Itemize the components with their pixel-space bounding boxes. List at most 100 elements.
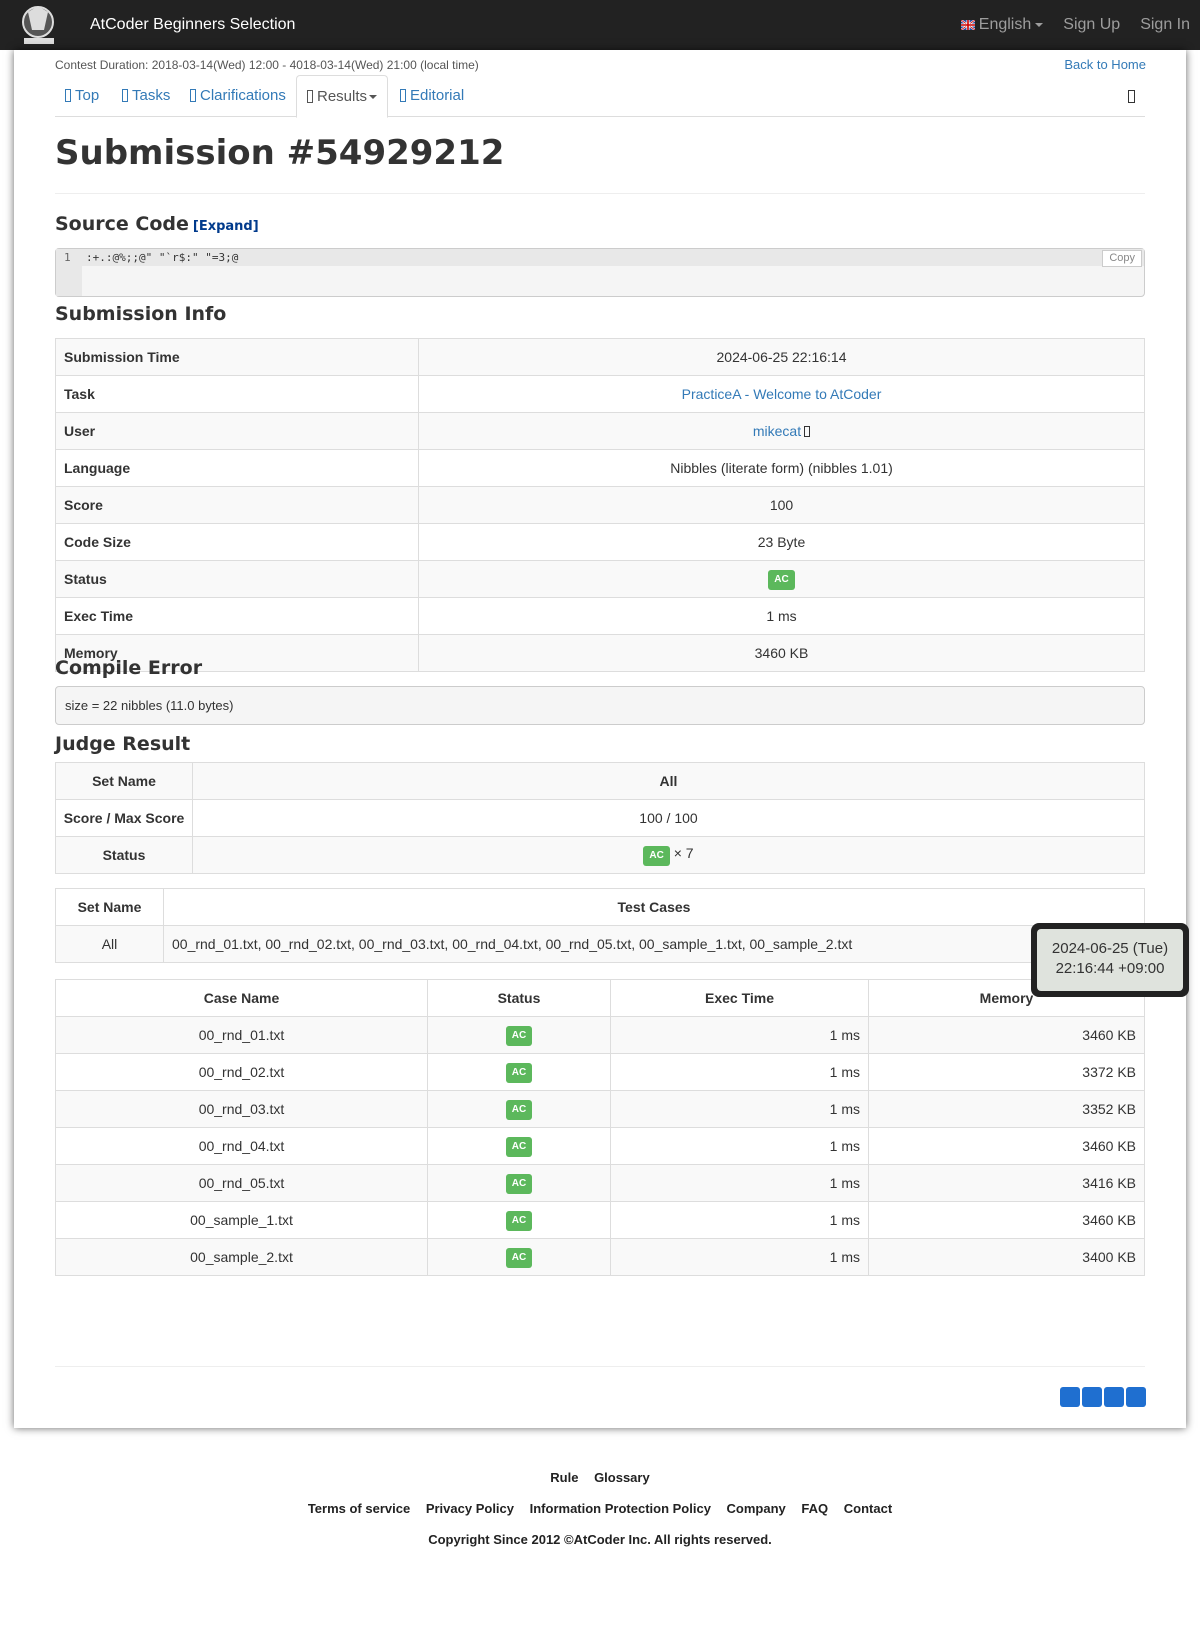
status-cell: AC × 7 — [192, 836, 1145, 874]
exec-time: 1 ms — [610, 1201, 869, 1239]
status-cell: AC — [427, 1016, 611, 1054]
home-icon — [65, 89, 71, 102]
footer-link-company[interactable]: Company — [727, 1501, 786, 1516]
user-link[interactable]: mikecat — [753, 423, 801, 439]
info-key: Code Size — [55, 523, 419, 561]
brand-title[interactable]: AtCoder Beginners Selection — [90, 0, 295, 50]
tooltip-time: 22:16:44 +09:00 — [1055, 960, 1165, 977]
footer-link-glossary[interactable]: Glossary — [594, 1470, 650, 1485]
atcoder-logo-icon[interactable] — [14, 2, 68, 46]
case-name: 00_rnd_03.txt — [55, 1090, 428, 1128]
submission-time-value[interactable]: 2024-06-25 22:16:14 — [717, 349, 847, 365]
table-row: Set Name Test Cases — [55, 888, 1145, 926]
facebook-icon[interactable] — [1060, 1387, 1080, 1407]
footer-link-privacy[interactable]: Privacy Policy — [426, 1501, 514, 1516]
footer-link-contact[interactable]: Contact — [844, 1501, 892, 1516]
uk-flag-icon — [960, 19, 975, 30]
code-text: :+.:@%;;@" "`r$:" "=3;@ — [86, 251, 239, 264]
table-header-row: Case Name Status Exec Time Memory — [55, 979, 1145, 1017]
score-label: Score / Max Score — [55, 799, 193, 837]
source-code-box: 1 :+.:@%;;@" "`r$:" "=3;@ Copy — [55, 248, 1145, 297]
tasks-icon — [122, 89, 128, 102]
submission-info-heading: Submission Info — [55, 303, 227, 325]
navbar: AtCoder Beginners Selection English Sign… — [0, 0, 1200, 50]
table-row: All 00_rnd_01.txt, 00_rnd_02.txt, 00_rnd_… — [55, 925, 1145, 963]
footer-row-2: Terms of service Privacy Policy Informat… — [0, 1501, 1200, 1516]
twitter-icon[interactable] — [1082, 1387, 1102, 1407]
table-row: Task PracticeA - Welcome to AtCoder — [55, 375, 1145, 413]
case-name: 00_sample_1.txt — [55, 1201, 428, 1239]
sign-in-link[interactable]: Sign In — [1140, 16, 1190, 34]
tab-top[interactable]: Top — [65, 75, 99, 117]
status-badge: AC — [505, 1062, 533, 1083]
submission-time: 2024-06-25 22:16:14 — [418, 338, 1145, 376]
table-row: Status AC × 7 — [55, 836, 1145, 874]
test-sets-table: Set Name Test Cases All 00_rnd_01.txt, 00_… — [55, 888, 1145, 963]
tab-results[interactable]: Results — [296, 75, 389, 118]
exec-time-value: 1 ms — [418, 597, 1145, 635]
memory-value: 3460 KB — [418, 634, 1145, 672]
chevron-down-icon — [1035, 22, 1044, 27]
case-name: 00_rnd_02.txt — [55, 1053, 428, 1091]
footer-link-rule[interactable]: Rule — [550, 1470, 578, 1485]
tab-label: Results — [317, 88, 368, 105]
language-value: Nibbles (literate form) (nibbles 1.01) — [418, 449, 1145, 487]
time-tooltip: 2024-06-25 (Tue) 22:16:44 +09:00 — [1031, 923, 1189, 997]
status-badge: AC — [505, 1247, 533, 1268]
case-name: 00_rnd_04.txt — [55, 1127, 428, 1165]
tab-clarifications[interactable]: Clarifications — [190, 75, 286, 117]
sign-up-link[interactable]: Sign Up — [1063, 16, 1120, 34]
case-name: 00_sample_2.txt — [55, 1238, 428, 1276]
expand-link[interactable]: [Expand] — [193, 219, 259, 234]
compile-error-heading: Compile Error — [55, 657, 203, 679]
tab-editorial[interactable]: Editorial — [400, 75, 464, 117]
footer-link-info-protection[interactable]: Information Protection Policy — [530, 1501, 711, 1516]
page-title: Submission #54929212 — [55, 133, 505, 173]
share-plus-icon[interactable] — [1126, 1387, 1146, 1407]
divider — [55, 193, 1145, 194]
line-gutter: 1 — [56, 249, 82, 296]
info-key: Score — [55, 486, 419, 524]
contest-tabs: Top Tasks Clarifications Results Editori… — [55, 75, 1145, 118]
language-dropdown[interactable]: English — [960, 16, 1044, 34]
status-cell: AC — [427, 1090, 611, 1128]
case-results-table: Case Name Status Exec Time Memory 00_rnd… — [55, 979, 1145, 1276]
language-label: English — [978, 16, 1032, 33]
memory: 3460 KB — [868, 1016, 1145, 1054]
tab-tasks[interactable]: Tasks — [122, 75, 170, 117]
column-header: Status — [427, 979, 611, 1017]
table-row: 00_rnd_04.txt AC 1 ms 3460 KB — [55, 1127, 1145, 1165]
case-name: 00_rnd_01.txt — [55, 1016, 428, 1054]
column-header: Exec Time — [610, 979, 869, 1017]
judge-result-table: Set Name All Score / Max Score 100 / 100 S… — [55, 762, 1145, 874]
test-cases-header: Test Cases — [163, 888, 1145, 926]
table-row: Score 100 — [55, 486, 1145, 524]
source-code-heading: Source Code [Expand] — [55, 213, 259, 235]
table-row: User mikecat — [55, 412, 1145, 450]
copy-button[interactable]: Copy — [1102, 250, 1142, 267]
user-history-icon[interactable] — [804, 426, 811, 437]
footer-link-terms[interactable]: Terms of service — [308, 1501, 410, 1516]
task-link[interactable]: PracticeA - Welcome to AtCoder — [682, 386, 882, 402]
exec-time: 1 ms — [610, 1238, 869, 1276]
back-to-home-link[interactable]: Back to Home — [1064, 57, 1146, 72]
footer-link-faq[interactable]: FAQ — [801, 1501, 828, 1516]
set-name-header: Set Name — [55, 888, 164, 926]
tooltip-content: 2024-06-25 (Tue) 22:16:44 +09:00 — [1037, 929, 1183, 991]
footer-row-1: Rule Glossary — [0, 1470, 1200, 1485]
contest-duration: Contest Duration: 2018-03-14(Wed) 12:00 … — [55, 58, 479, 72]
status-cell: AC — [427, 1201, 611, 1239]
compile-error-box: size = 22 nibbles (11.0 bytes) — [55, 686, 1145, 725]
info-key: Status — [55, 560, 419, 598]
info-key: Submission Time — [55, 338, 419, 376]
exec-time: 1 ms — [610, 1090, 869, 1128]
fullscreen-icon[interactable] — [1128, 90, 1135, 103]
set-name-value: All — [55, 925, 164, 963]
status-cell: AC — [427, 1127, 611, 1165]
score-value: 100 / 100 — [192, 799, 1145, 837]
table-row: 00_sample_2.txt AC 1 ms 3400 KB — [55, 1238, 1145, 1276]
status-label: Status — [55, 836, 193, 874]
telegram-icon[interactable] — [1104, 1387, 1124, 1407]
memory: 3400 KB — [868, 1238, 1145, 1276]
info-key: Task — [55, 375, 419, 413]
